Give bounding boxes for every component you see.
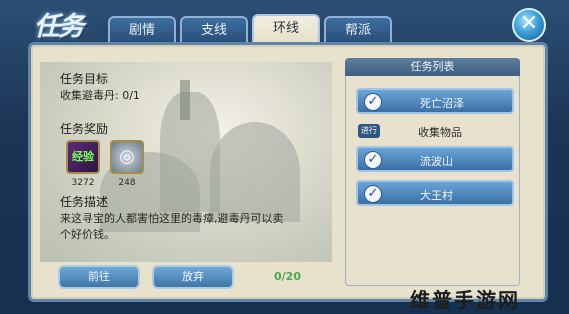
quest-name: 大王村 xyxy=(420,189,453,202)
quest-name: 死亡沼泽 xyxy=(420,97,464,110)
tab-plot[interactable]: 剧情 xyxy=(108,16,176,44)
silver-coins-icon: ◎ xyxy=(119,146,135,167)
silver-reward-icon[interactable]: ◎ xyxy=(110,140,144,174)
check-icon: ✓ xyxy=(364,185,382,203)
check-icon: ✓ xyxy=(364,93,382,111)
close-icon: ✕ xyxy=(519,11,539,36)
check-icon: ✓ xyxy=(364,151,382,169)
exp-reward-amount: 3272 xyxy=(71,178,95,188)
go-button[interactable]: 前往 xyxy=(58,265,140,289)
quest-list-title: 任务列表 xyxy=(345,58,520,76)
window-title-logo: 任务 xyxy=(34,12,84,42)
quest-progress: 0/20 xyxy=(274,270,301,283)
close-button[interactable]: ✕ xyxy=(512,8,546,42)
abandon-button[interactable]: 放弃 xyxy=(152,265,234,289)
category-tag-icon: 进行 xyxy=(358,124,380,138)
objective-header: 任务目标 xyxy=(60,72,109,86)
site-watermark: 维普手游网 xyxy=(410,288,520,312)
description-line-2: 个好价钱。 xyxy=(60,228,115,241)
quest-name: 流波山 xyxy=(420,155,453,168)
quest-list-item[interactable]: ✓ 死亡沼泽 xyxy=(356,88,514,114)
exp-reward-icon[interactable]: 经验 xyxy=(66,140,100,174)
tab-side[interactable]: 支线 xyxy=(180,16,248,44)
silver-reward-amount: 248 xyxy=(118,178,136,188)
description-header: 任务描述 xyxy=(60,195,109,209)
tab-loop[interactable]: 环线 xyxy=(252,14,320,44)
quest-list-item[interactable]: ✓ 大王村 xyxy=(356,180,514,206)
quest-category-label[interactable]: 收集物品 xyxy=(418,124,462,140)
description-line-1: 来这寻宝的人都害怕这里的毒瘴,避毒丹可以卖 xyxy=(60,212,284,225)
tab-guild[interactable]: 帮派 xyxy=(324,16,392,44)
quest-list-item[interactable]: ✓ 流波山 xyxy=(356,146,514,172)
reward-header: 任务奖励 xyxy=(60,122,109,136)
objective-text: 收集避毒丹: 0/1 xyxy=(60,89,140,102)
exp-icon: 经验 xyxy=(72,150,94,163)
